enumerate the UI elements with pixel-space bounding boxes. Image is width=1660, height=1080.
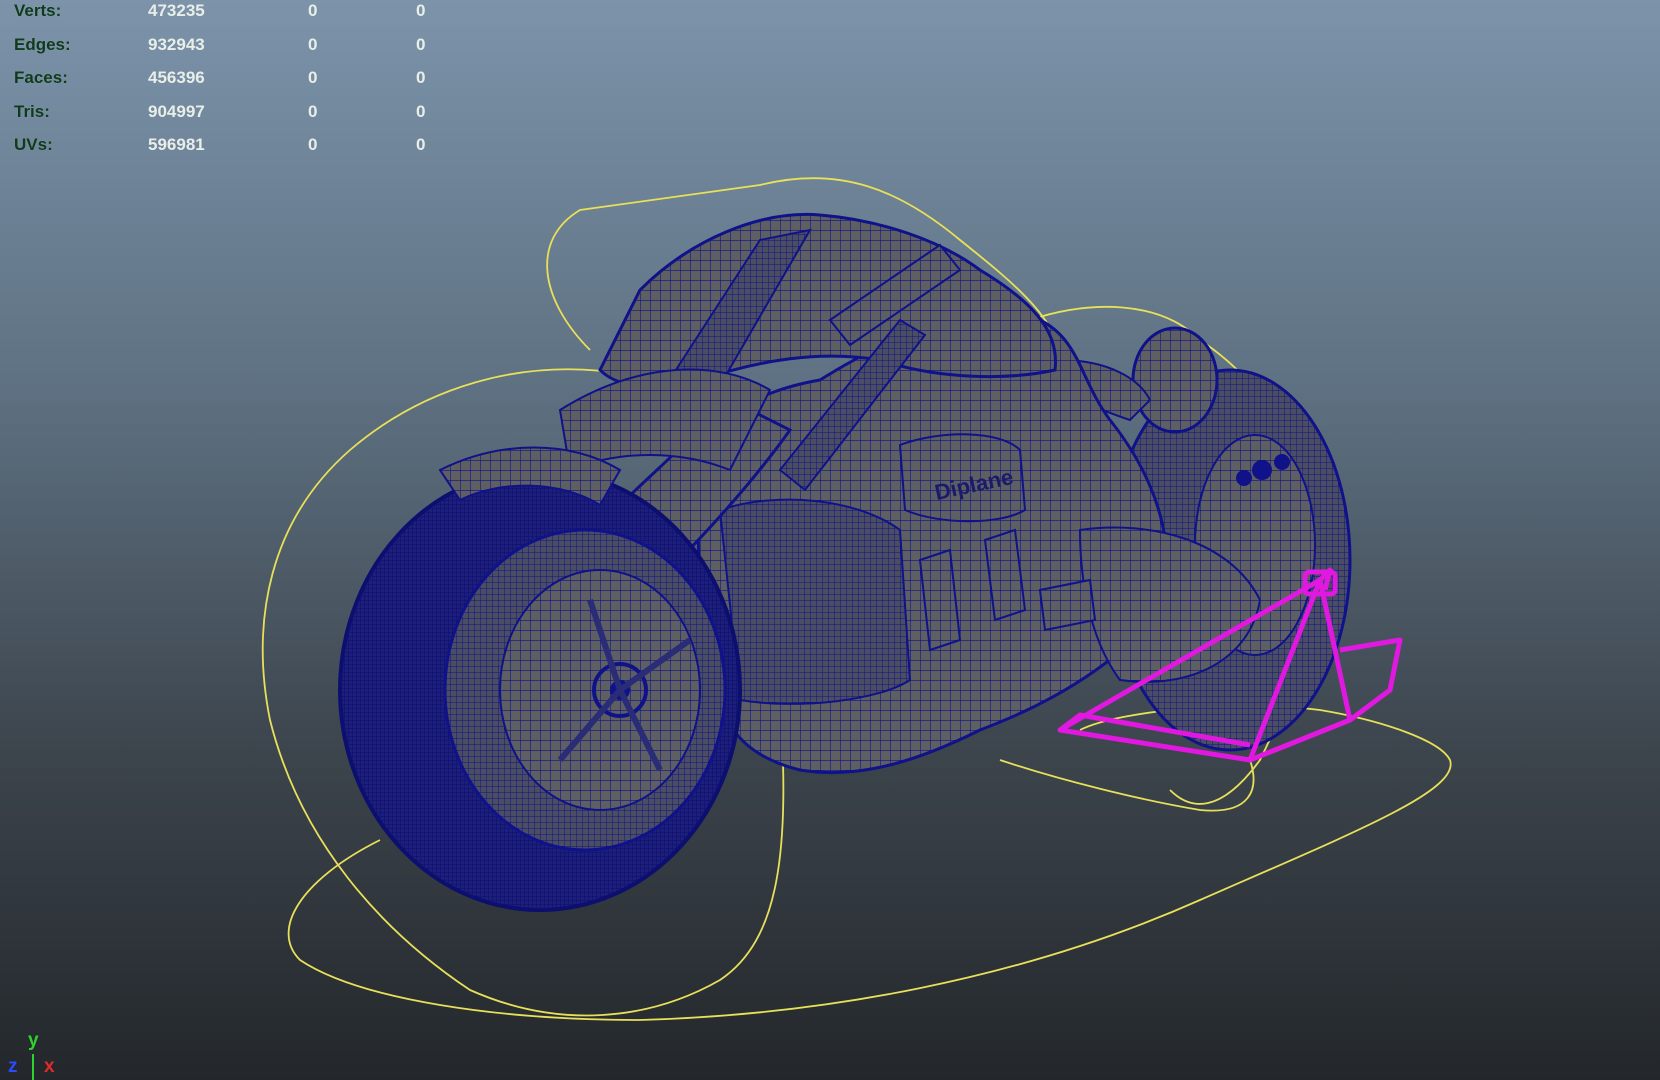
hud-row-edges: Edges: 932943 0 0: [14, 28, 434, 62]
hud-value: 932943: [148, 34, 205, 54]
hud-value: 0: [416, 1, 426, 20]
hud-value: 0: [308, 101, 318, 121]
hud-row-faces: Faces: 456396 0 0: [14, 61, 434, 95]
hud-label: Faces:: [14, 68, 68, 88]
hud-value: 0: [308, 135, 318, 155]
hud-value: 904997: [148, 101, 205, 121]
hud-value: 473235: [148, 1, 205, 20]
hud-row-uvs: UVs: 596981 0 0: [14, 128, 434, 162]
motorcycle-model[interactable]: Diplane: [0, 0, 1660, 1080]
hud-value: 0: [416, 34, 426, 54]
hud-value: 0: [416, 68, 426, 88]
hud-value: 0: [416, 101, 426, 121]
hud-value: 596981: [148, 135, 205, 155]
hud-label: Verts:: [14, 1, 62, 20]
hud-row-verts: Verts: 473235 0 0: [14, 0, 434, 28]
hud-value: 0: [416, 135, 426, 155]
viewport-3d[interactable]: Diplane Verts: 473235 0 0 Edges: 932943 …: [0, 0, 1660, 1080]
axis-y-label: y: [28, 1030, 39, 1051]
axis-y-line: [32, 1054, 34, 1080]
hud-row-tris: Tris: 904997 0 0: [14, 95, 434, 129]
hud-label: Edges:: [14, 34, 71, 54]
hud-value: 0: [308, 34, 318, 54]
poly-count-hud: Verts: 473235 0 0 Edges: 932943 0 0 Face…: [14, 0, 434, 162]
axis-gizmo: y z x: [8, 1030, 68, 1080]
front-wheel[interactable]: [338, 468, 742, 912]
axis-z-label: z: [8, 1056, 18, 1077]
hud-value: 0: [308, 1, 318, 20]
hud-value: 456396: [148, 68, 205, 88]
hud-label: UVs:: [14, 135, 53, 155]
hud-label: Tris:: [14, 101, 50, 121]
hud-value: 0: [308, 68, 318, 88]
axis-x-label: x: [44, 1056, 55, 1077]
